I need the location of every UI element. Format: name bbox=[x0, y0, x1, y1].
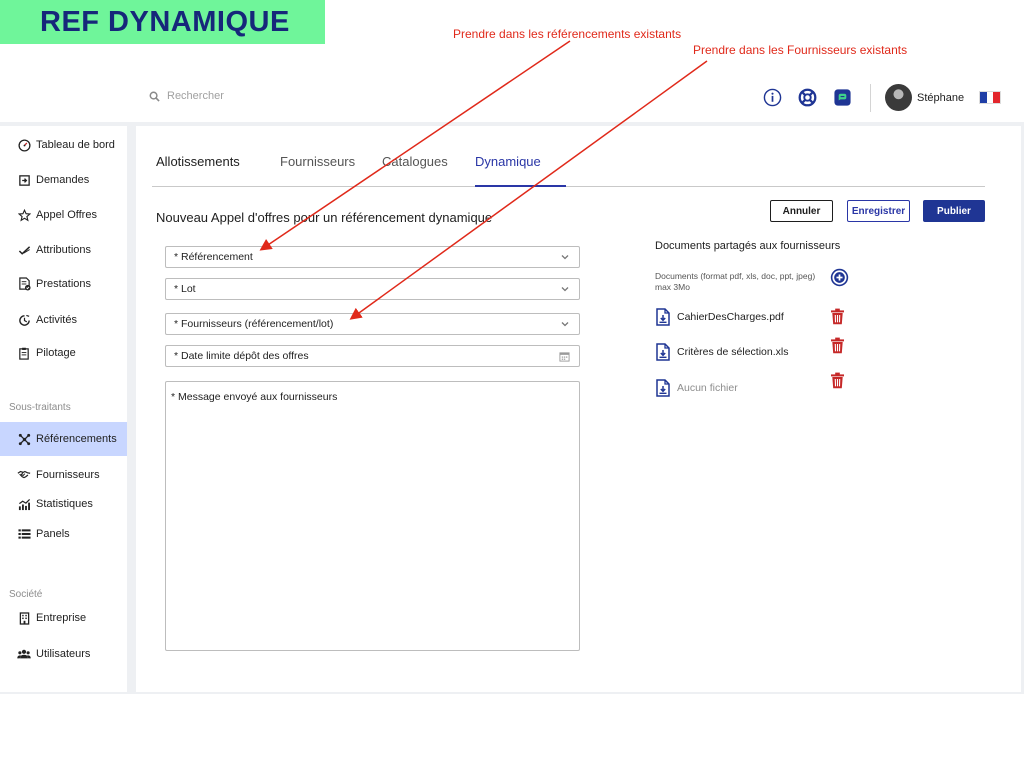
document-check-icon bbox=[18, 277, 31, 291]
trash-icon[interactable] bbox=[830, 372, 845, 389]
check-icon bbox=[18, 245, 30, 255]
sidebar: Tableau de bord Demandes Appel Offres At… bbox=[0, 126, 127, 692]
cancel-button[interactable]: Annuler bbox=[770, 200, 833, 222]
sidebar-item-attributions[interactable]: Attributions bbox=[0, 233, 127, 267]
documents-note: Documents (format pdf, xls, doc, ppt, jp… bbox=[655, 271, 816, 292]
building-icon bbox=[19, 611, 29, 625]
date-limite-field[interactable]: * Date limite dépôt des offres bbox=[165, 345, 580, 367]
sidebar-item-label: Entreprise bbox=[36, 612, 87, 624]
fournisseurs-select[interactable]: * Fournisseurs (référencement/lot) bbox=[165, 313, 580, 335]
sidebar-item-label: Attributions bbox=[36, 244, 92, 256]
clipboard-icon bbox=[19, 347, 29, 360]
chevron-down-icon bbox=[561, 322, 569, 327]
date-limite-label: * Date limite dépôt des offres bbox=[174, 350, 309, 362]
page-banner: REF DYNAMIQUE bbox=[0, 0, 325, 44]
file-item-empty[interactable]: Aucun fichier bbox=[655, 378, 855, 398]
file-item[interactable]: CahierDesCharges.pdf bbox=[655, 307, 855, 327]
annotation-fournisseurs: Prendre dans les Fournisseurs existants bbox=[693, 43, 908, 57]
activity-icon bbox=[18, 314, 30, 326]
publish-button[interactable]: Publier bbox=[923, 200, 985, 222]
sidebar-item-appel-offres[interactable]: Appel Offres bbox=[0, 198, 127, 232]
sidebar-item-label: Référencements bbox=[36, 433, 117, 445]
file-download-icon bbox=[656, 343, 670, 361]
referencement-select[interactable]: * Référencement bbox=[165, 246, 580, 268]
sidebar-item-label: Utilisateurs bbox=[36, 648, 91, 660]
inbox-icon bbox=[18, 174, 30, 186]
sidebar-item-label: Appel Offres bbox=[36, 209, 97, 221]
documents-title: Documents partagés aux fournisseurs bbox=[655, 240, 841, 252]
sidebar-item-activites[interactable]: Activités bbox=[0, 303, 127, 337]
save-button[interactable]: Enregistrer bbox=[847, 200, 910, 222]
file-download-icon bbox=[656, 308, 670, 326]
search-placeholder: Rechercher bbox=[167, 90, 224, 102]
annotation-referencements: Prendre dans les référencements existant… bbox=[453, 27, 682, 41]
avatar[interactable] bbox=[885, 84, 912, 111]
message-textarea[interactable]: * Message envoyé aux fournisseurs bbox=[165, 381, 580, 651]
sidebar-section-sous-traitants: Sous-traitants bbox=[9, 402, 71, 413]
sidebar-item-utilisateurs[interactable]: Utilisateurs bbox=[0, 637, 127, 671]
tab-catalogues[interactable]: Catalogues bbox=[382, 154, 448, 169]
tab-fournisseurs[interactable]: Fournisseurs bbox=[280, 154, 355, 169]
fr-flag-icon[interactable] bbox=[979, 91, 1001, 104]
dashboard-icon bbox=[17, 138, 31, 152]
form-title: Nouveau Appel d'offres pour un référence… bbox=[156, 210, 493, 225]
fournisseurs-select-label: * Fournisseurs (référencement/lot) bbox=[174, 318, 334, 330]
sidebar-item-label: Statistiques bbox=[36, 498, 93, 510]
sidebar-item-referencements[interactable]: Référencements bbox=[0, 422, 127, 456]
file-item[interactable]: Critères de sélection.xls bbox=[655, 342, 855, 362]
file-name: CahierDesCharges.pdf bbox=[677, 311, 784, 323]
banner-title: REF DYNAMIQUE bbox=[40, 6, 290, 38]
sidebar-item-pilotage[interactable]: Pilotage bbox=[0, 336, 127, 370]
top-bar: Rechercher Stéphane bbox=[0, 70, 1024, 122]
sidebar-item-label: Tableau de bord bbox=[36, 139, 115, 151]
users-icon bbox=[17, 649, 31, 659]
info-icon[interactable] bbox=[763, 88, 782, 107]
calendar-icon[interactable] bbox=[559, 351, 570, 362]
tab-allotissements[interactable]: Allotissements bbox=[156, 154, 240, 169]
sidebar-section-societe: Société bbox=[9, 589, 43, 600]
star-icon bbox=[17, 208, 31, 222]
file-download-icon bbox=[656, 379, 670, 397]
lot-select-label: * Lot bbox=[174, 283, 196, 295]
referencement-select-label: * Référencement bbox=[174, 251, 253, 263]
chat-icon[interactable] bbox=[833, 88, 852, 107]
main-panel: Allotissements Fournisseurs Catalogues D… bbox=[136, 126, 1021, 692]
sidebar-item-demandes[interactable]: Demandes bbox=[0, 163, 127, 197]
sidebar-item-statistiques[interactable]: Statistiques bbox=[0, 487, 127, 521]
sidebar-item-panels[interactable]: Panels bbox=[0, 517, 127, 551]
list-icon bbox=[17, 529, 31, 539]
user-name[interactable]: Stéphane bbox=[917, 92, 964, 104]
header-separator bbox=[870, 84, 871, 112]
message-textarea-label: * Message envoyé aux fournisseurs bbox=[171, 391, 338, 403]
file-name: Critères de sélection.xls bbox=[677, 346, 789, 358]
sidebar-item-entreprise[interactable]: Entreprise bbox=[0, 601, 127, 635]
active-tab-indicator bbox=[475, 185, 566, 187]
trash-icon[interactable] bbox=[830, 337, 845, 354]
trash-icon[interactable] bbox=[830, 308, 845, 325]
chevron-down-icon bbox=[561, 255, 569, 260]
tab-dynamique[interactable]: Dynamique bbox=[475, 154, 541, 169]
sidebar-item-tableau-de-bord[interactable]: Tableau de bord bbox=[0, 128, 127, 162]
sidebar-item-prestations[interactable]: Prestations bbox=[0, 267, 127, 301]
handshake-icon bbox=[17, 470, 31, 479]
lot-select[interactable]: * Lot bbox=[165, 278, 580, 300]
search-icon bbox=[149, 91, 160, 102]
sidebar-item-label: Demandes bbox=[36, 174, 90, 186]
sidebar-item-label: Pilotage bbox=[36, 347, 76, 359]
stats-icon bbox=[18, 498, 30, 510]
lifebuoy-icon[interactable] bbox=[798, 88, 817, 107]
sidebar-item-label: Fournisseurs bbox=[36, 469, 100, 481]
file-name: Aucun fichier bbox=[677, 382, 738, 394]
tabs-divider bbox=[152, 186, 985, 187]
chevron-down-icon bbox=[561, 287, 569, 292]
sidebar-item-label: Panels bbox=[36, 528, 70, 540]
add-document-icon[interactable] bbox=[830, 268, 849, 287]
search-box[interactable]: Rechercher bbox=[149, 90, 224, 102]
network-icon bbox=[18, 433, 30, 445]
sidebar-item-label: Prestations bbox=[36, 278, 92, 290]
sidebar-item-label: Activités bbox=[36, 314, 77, 326]
